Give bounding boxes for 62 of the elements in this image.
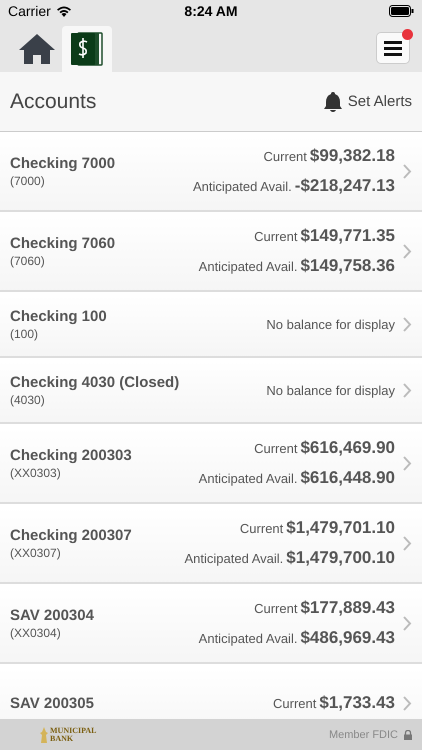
balance-label: Anticipated Avail.: [184, 551, 284, 566]
balance-amount: $1,479,701.10: [286, 518, 395, 538]
chevron-icon: [403, 616, 412, 630]
account-name: SAV 200304: [10, 606, 95, 624]
balance-label: Current: [273, 696, 316, 711]
balance-amount: $616,469.90: [300, 438, 395, 458]
clock: 8:24 AM: [184, 3, 238, 19]
account-number: (XX0307): [10, 546, 62, 560]
menu-button[interactable]: [376, 32, 410, 64]
balance-amount: $99,382.18: [310, 146, 395, 166]
account-number: (XX0304): [10, 626, 62, 640]
balance-amount: $177,889.43: [300, 598, 395, 618]
chevron-icon: [403, 456, 412, 470]
balance-label: Anticipated Avail.: [198, 631, 298, 646]
home-icon: [18, 33, 56, 65]
account-name: Checking 4030 (Closed): [10, 374, 180, 390]
balance-amount: -$218,247.13: [294, 176, 395, 196]
fdic-label: Member FDIC: [328, 728, 398, 740]
page-title: Accounts: [10, 90, 96, 114]
account-name: Checking 200303: [10, 446, 133, 464]
chevron-icon: [403, 164, 412, 178]
balance-label: Current: [254, 229, 298, 244]
battery-icon: [389, 5, 414, 17]
account-number: (100): [10, 326, 40, 340]
account-name: Checking 7000: [10, 154, 116, 172]
account-number: (7000): [10, 174, 46, 188]
chevron-icon: [403, 696, 412, 710]
balance-amount: $1,479,700.10: [286, 548, 395, 568]
balance-label: Anticipated Avail.: [198, 259, 298, 274]
lock-icon: [404, 730, 412, 740]
account-name: Checking 7060: [10, 234, 116, 252]
balance-label: Current: [240, 521, 284, 536]
cash-icon: [70, 32, 104, 66]
bell-icon: [324, 92, 342, 112]
menu-icon: [384, 40, 402, 56]
balance-amount: $1,733.43: [319, 693, 395, 713]
balance-label: Current: [264, 149, 307, 164]
set-alerts-button[interactable]: Set Alerts: [324, 92, 412, 112]
nav-tab[interactable]: [62, 26, 112, 72]
balance-amount: $149,758.36: [300, 256, 395, 276]
chevron-icon: [403, 244, 412, 258]
balance-label: Current: [254, 601, 298, 616]
chevron-icon: [403, 316, 412, 332]
account-number: (7060): [10, 254, 46, 268]
bank-logo: MUNICIPAL BANK: [40, 726, 97, 742]
account-number: (4030): [10, 392, 46, 406]
carrier-label: Carrier: [8, 3, 51, 19]
balance-amount: $149,771.35: [300, 226, 395, 246]
chevron-icon: [403, 382, 412, 398]
balance-label: Anticipated Avail.: [193, 179, 292, 194]
chevron-icon: [403, 536, 412, 550]
account-number: (XX0303): [10, 466, 62, 480]
balance-label: Anticipated Avail.: [198, 471, 298, 486]
balance-amount: $616,448.90: [300, 468, 395, 488]
account-name: Checking 200307: [10, 526, 133, 544]
no-balance-text: No balance for display: [266, 382, 395, 398]
balance-amount: $486,969.43: [300, 628, 395, 648]
wifi-icon: [56, 5, 72, 17]
account-name: SAV 200305: [10, 694, 95, 712]
account-name: Checking 100: [10, 308, 108, 324]
balance-label: Current: [254, 441, 298, 456]
no-balance-text: No balance for display: [266, 316, 395, 332]
